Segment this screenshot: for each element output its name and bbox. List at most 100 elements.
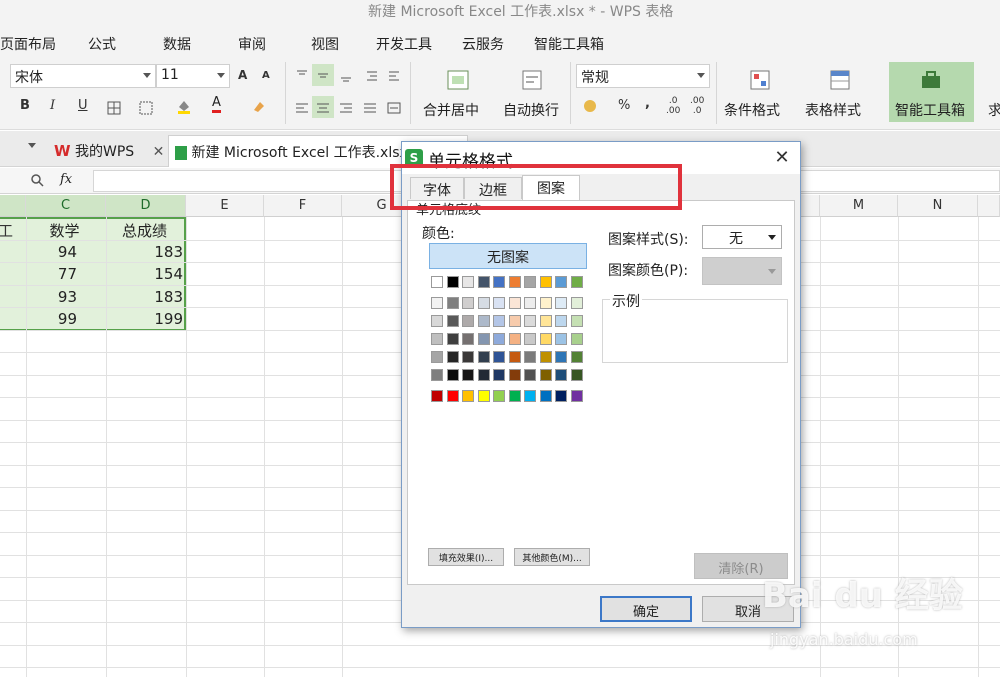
column-header-d[interactable]: D [106, 195, 186, 217]
align-left-icon[interactable] [294, 100, 310, 116]
align-middle-icon[interactable] [315, 68, 331, 84]
increase-indent-icon[interactable] [386, 68, 402, 84]
menu-page-layout[interactable]: 页面布局 [0, 34, 56, 54]
color-swatch[interactable] [477, 351, 490, 363]
color-swatch[interactable] [524, 276, 536, 288]
color-swatch[interactable] [431, 351, 443, 363]
column-header-partial[interactable] [0, 195, 26, 217]
column-header-c[interactable]: C [26, 195, 106, 217]
color-swatch[interactable] [570, 351, 583, 363]
color-swatch[interactable] [493, 315, 505, 327]
color-swatch[interactable] [493, 369, 505, 381]
color-swatch[interactable] [446, 297, 459, 309]
color-swatch[interactable] [570, 369, 583, 381]
sum-label-partial[interactable]: 求 [988, 100, 1000, 120]
color-swatch[interactable] [462, 390, 474, 402]
column-header-l-partial[interactable] [800, 195, 820, 217]
number-format-select[interactable]: 常规 [576, 64, 710, 88]
color-swatch[interactable] [570, 390, 583, 402]
align-center-icon[interactable] [315, 100, 331, 116]
table-cell[interactable]: 154 [106, 265, 186, 283]
no-pattern-button[interactable]: 无图案 [429, 243, 587, 269]
color-swatch[interactable] [462, 369, 474, 381]
clear-format-icon[interactable] [250, 98, 266, 114]
color-swatch[interactable] [570, 333, 583, 345]
comma-button[interactable]: , [645, 96, 650, 111]
bold-button[interactable]: B [20, 98, 30, 113]
table-cell[interactable]: 77 [26, 265, 80, 283]
color-swatch[interactable] [524, 315, 536, 327]
borders-icon[interactable] [106, 100, 122, 116]
align-top-icon[interactable] [294, 68, 310, 84]
italic-button[interactable]: I [50, 98, 55, 113]
color-swatch[interactable] [508, 351, 521, 363]
color-swatch[interactable] [477, 369, 490, 381]
close-icon[interactable]: ✕ [153, 144, 165, 160]
color-swatch[interactable] [508, 390, 521, 402]
color-swatch[interactable] [446, 390, 459, 402]
color-swatch[interactable] [462, 333, 474, 345]
decrease-indent-icon[interactable] [364, 68, 380, 84]
justify-icon[interactable] [362, 100, 378, 116]
menu-view[interactable]: 视图 [311, 34, 339, 54]
color-swatch[interactable] [446, 369, 459, 381]
currency-icon[interactable] [582, 98, 598, 114]
color-swatch[interactable] [524, 333, 536, 345]
color-swatch[interactable] [493, 297, 505, 309]
decrease-decimal-button[interactable]: .00 .0 [690, 96, 704, 116]
color-swatch[interactable] [431, 369, 443, 381]
zoom-icon[interactable] [30, 173, 44, 187]
merge-center-icon[interactable] [446, 68, 470, 92]
align-bottom-icon[interactable] [338, 68, 354, 84]
menu-data[interactable]: 数据 [163, 34, 191, 54]
pattern-style-select[interactable]: 无 [702, 225, 782, 249]
column-header-f[interactable]: F [264, 195, 342, 217]
color-swatch[interactable] [539, 315, 552, 327]
color-swatch[interactable] [493, 333, 505, 345]
color-swatch[interactable] [508, 297, 521, 309]
color-swatch[interactable] [431, 297, 443, 309]
color-swatch[interactable] [539, 297, 552, 309]
table-cell[interactable]: 183 [106, 243, 186, 261]
color-swatch[interactable] [462, 351, 474, 363]
menu-formulas[interactable]: 公式 [88, 34, 116, 54]
table-cell[interactable]: 99 [26, 310, 80, 328]
color-swatch[interactable] [431, 390, 443, 402]
color-swatch[interactable] [493, 390, 505, 402]
color-swatch[interactable] [555, 315, 567, 327]
column-header-e[interactable]: E [186, 195, 264, 217]
color-swatch[interactable] [431, 315, 443, 327]
color-swatch[interactable] [446, 315, 459, 327]
fill-effects-button[interactable]: 填充效果(I)... [428, 548, 504, 566]
merge-center-label[interactable]: 合并居中 [423, 100, 479, 120]
cell-partial-header[interactable]: 工 [0, 220, 16, 241]
chevron-down-icon[interactable] [28, 143, 36, 148]
color-swatch[interactable] [539, 333, 552, 345]
fill-color-icon[interactable] [176, 98, 192, 114]
menu-smart-toolbox[interactable]: 智能工具箱 [534, 34, 604, 54]
color-swatch[interactable] [493, 351, 505, 363]
tab-my-wps[interactable]: W 我的WPS ✕ [48, 135, 166, 167]
smart-toolbox-button[interactable]: 智能工具箱 [889, 62, 974, 122]
conditional-format-icon[interactable] [748, 68, 772, 92]
cell-style-icon[interactable] [138, 100, 154, 116]
color-swatch[interactable] [431, 276, 443, 288]
color-swatch[interactable] [446, 276, 459, 288]
conditional-format-label[interactable]: 条件格式 [724, 100, 780, 120]
table-style-label[interactable]: 表格样式 [805, 100, 861, 120]
table-cell[interactable]: 199 [106, 310, 186, 328]
menu-cloud[interactable]: 云服务 [462, 34, 504, 54]
color-swatch[interactable] [539, 369, 552, 381]
color-swatch[interactable] [524, 390, 536, 402]
font-size-select[interactable]: 11 [156, 64, 230, 88]
color-swatch[interactable] [539, 276, 552, 288]
cell-header-total[interactable]: 总成绩 [106, 220, 186, 241]
font-color-button[interactable]: A [212, 96, 221, 113]
menu-developer[interactable]: 开发工具 [376, 34, 432, 54]
color-swatch[interactable] [493, 276, 505, 288]
color-swatch[interactable] [462, 276, 474, 288]
column-header-n[interactable]: N [898, 195, 978, 217]
grow-font-button[interactable]: A [238, 68, 247, 82]
wrap-text-label[interactable]: 自动换行 [503, 100, 559, 120]
color-swatch[interactable] [555, 297, 567, 309]
